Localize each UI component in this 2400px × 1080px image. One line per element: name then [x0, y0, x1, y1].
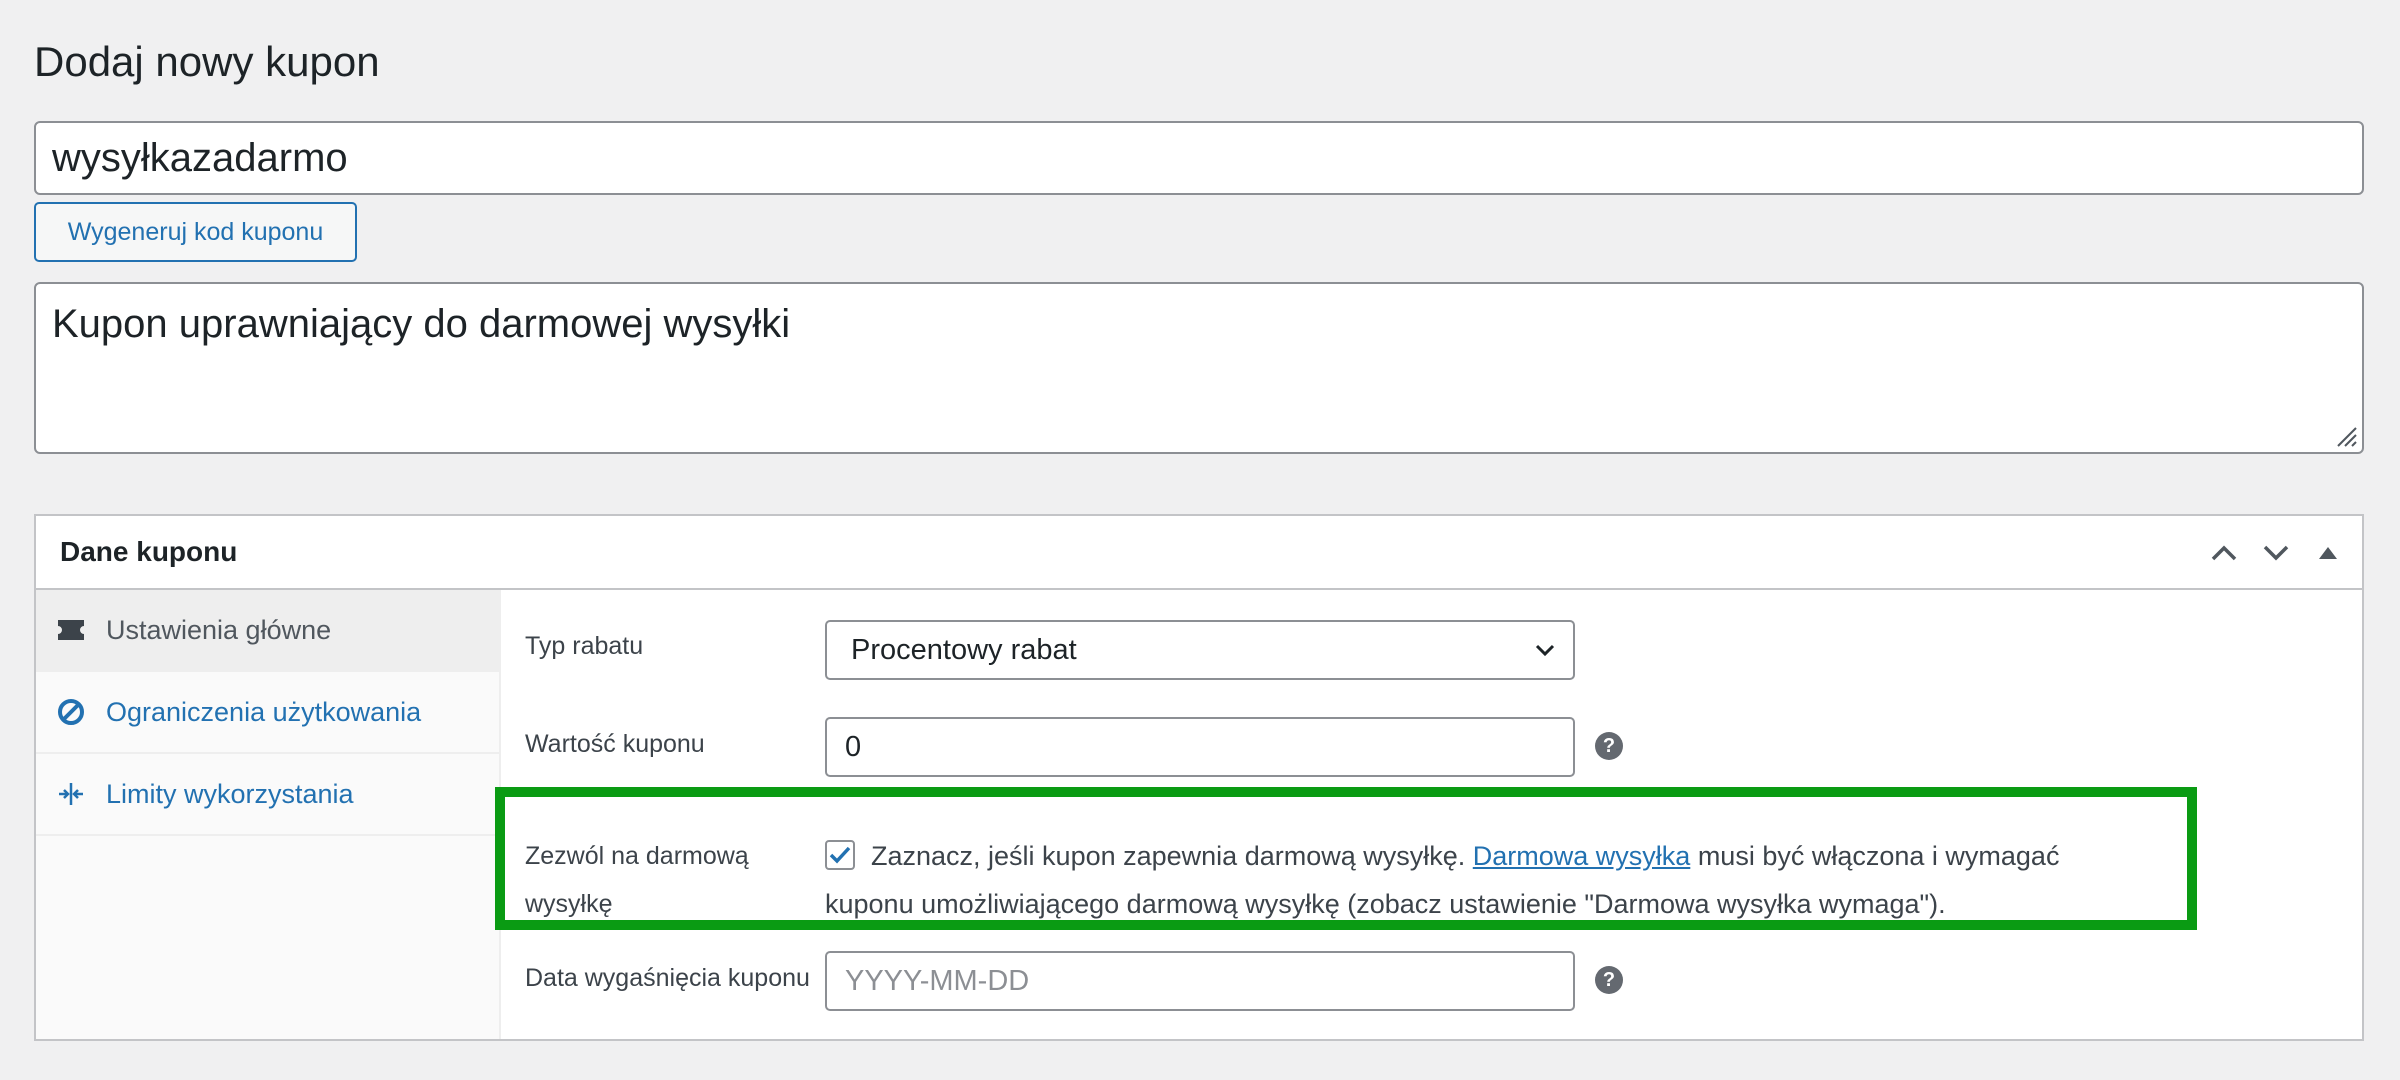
page-title: Dodaj nowy kupon — [34, 38, 380, 85]
tab-usage-restriction-label: Ograniczenia użytkowania — [106, 696, 422, 727]
ticket-icon — [56, 615, 86, 645]
coupon-amount-value: 0 — [845, 730, 862, 763]
help-icon[interactable]: ? — [1595, 966, 1623, 994]
limits-icon — [56, 779, 86, 809]
block-icon — [56, 697, 86, 727]
chevron-down-icon — [1535, 644, 1555, 657]
coupon-data-panel: Dane kuponu Ustawienia główne Ograniczen… — [34, 514, 2364, 1041]
coupon-tabs: Ustawienia główne Ograniczenia użytkowan… — [36, 590, 501, 1039]
chevron-down-icon — [2263, 545, 2289, 561]
tab-general[interactable]: Ustawienia główne — [36, 590, 499, 672]
highlight-box — [495, 787, 2197, 930]
coupon-code-input[interactable] — [34, 121, 2364, 195]
help-icon[interactable]: ? — [1595, 732, 1623, 760]
discount-type-label: Typ rabatu — [525, 632, 644, 660]
coupon-amount-label: Wartość kuponu — [525, 730, 705, 758]
expiry-date-placeholder: YYYY-MM-DD — [845, 964, 1030, 997]
generate-coupon-code-button[interactable]: Wygeneruj kod kuponu — [34, 202, 357, 262]
tab-general-label: Ustawienia główne — [106, 614, 332, 645]
tab-usage-limits-label: Limity wykorzystania — [106, 778, 354, 809]
triangle-up-icon — [2319, 547, 2337, 559]
chevron-up-icon — [2211, 545, 2237, 561]
discount-type-value: Procentowy rabat — [851, 633, 1077, 666]
coupon-amount-input[interactable]: 0 — [825, 717, 1575, 777]
panel-header: Dane kuponu — [36, 516, 2362, 590]
toggle-panel-button[interactable] — [2308, 533, 2348, 573]
tab-usage-limits[interactable]: Limity wykorzystania — [36, 754, 499, 836]
discount-type-select[interactable]: Procentowy rabat — [825, 620, 1575, 680]
expiry-date-label: Data wygaśnięcia kuponu — [525, 964, 810, 992]
panel-title: Dane kuponu — [60, 536, 238, 567]
move-down-button[interactable] — [2256, 533, 2296, 573]
coupon-description-textarea[interactable]: Kupon uprawniający do darmowej wysyłki — [34, 282, 2364, 454]
resize-grip-icon[interactable] — [2332, 422, 2358, 448]
move-up-button[interactable] — [2204, 533, 2244, 573]
tab-usage-restriction[interactable]: Ograniczenia użytkowania — [36, 672, 499, 754]
coupon-description-text: Kupon uprawniający do darmowej wysyłki — [52, 302, 791, 346]
expiry-date-input[interactable]: YYYY-MM-DD — [825, 951, 1575, 1011]
